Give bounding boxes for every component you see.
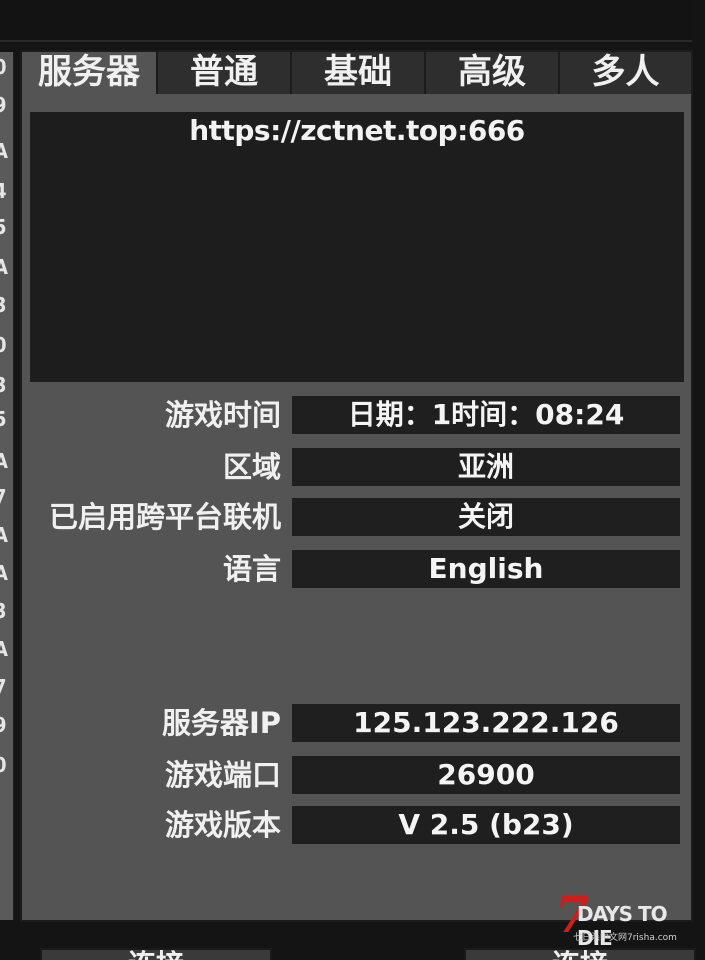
game-logo: 7 DAYS TO DIE 七日杀中文网7risha.com — [551, 885, 698, 950]
row-value: 关闭 — [292, 498, 680, 536]
tab-bar: 服务器 普通 基础 高级 多人 — [22, 52, 691, 94]
row-label: 游戏时间 — [164, 398, 281, 432]
row-game-port: 游戏端口 26900 — [22, 756, 691, 794]
server-description-box: https://zctnet.top:666 — [30, 112, 684, 382]
list-item: A — [0, 520, 13, 550]
row-value: English — [292, 550, 680, 588]
top-bar — [0, 0, 692, 42]
list-item: 5 — [0, 404, 13, 434]
server-list-sliver[interactable]: 0 9 A 4 5 A 3 0 3 5 A 7 A A 3 A 7 9 0 — [0, 52, 15, 920]
row-value: 日期：1时间：08:24 — [292, 396, 680, 434]
row-server-ip: 服务器IP 125.123.222.126 — [22, 704, 691, 742]
list-item: 7 — [0, 672, 13, 702]
row-label: 已启用跨平台联机 — [48, 500, 281, 534]
list-item: A — [0, 634, 13, 664]
list-item: 7 — [0, 482, 13, 512]
row-label: 游戏版本 — [164, 808, 281, 842]
row-crossplay: 已启用跨平台联机 关闭 — [22, 498, 691, 536]
row-label: 服务器IP — [161, 706, 281, 740]
list-item: 3 — [0, 596, 13, 626]
list-item: 0 — [0, 52, 13, 82]
row-value: 125.123.222.126 — [292, 704, 680, 742]
list-item: 9 — [0, 710, 13, 740]
list-item: 4 — [0, 176, 13, 206]
row-value: 26900 — [292, 756, 680, 794]
list-item: 0 — [0, 330, 13, 360]
game-screen: 0 9 A 4 5 A 3 0 3 5 A 7 A A 3 A 7 9 0 服务… — [0, 0, 705, 960]
tab-server[interactable]: 服务器 — [22, 52, 158, 94]
list-item: A — [0, 558, 13, 588]
row-game-version: 游戏版本 V 2.5 (b23) — [22, 806, 691, 844]
tab-general[interactable]: 普通 — [158, 52, 292, 94]
connect-button-right[interactable]: 连接 — [464, 948, 696, 960]
row-label: 区域 — [222, 450, 281, 484]
tab-multiplayer[interactable]: 多人 — [560, 52, 691, 94]
server-info-panel: 服务器 普通 基础 高级 多人 https://zctnet.top:666 游… — [20, 50, 693, 922]
row-value: V 2.5 (b23) — [292, 806, 680, 844]
connect-button-left[interactable]: 连接 — [40, 948, 272, 960]
list-item: 3 — [0, 290, 13, 320]
list-item: 3 — [0, 370, 13, 400]
row-label: 游戏端口 — [164, 758, 281, 792]
row-language: 语言 English — [22, 550, 691, 588]
list-item: A — [0, 446, 13, 476]
list-item: 0 — [0, 750, 13, 780]
tab-advanced[interactable]: 高级 — [426, 52, 560, 94]
list-item: 5 — [0, 212, 13, 242]
list-item: A — [0, 252, 13, 282]
row-value: 亚洲 — [292, 448, 680, 486]
row-game-time: 游戏时间 日期：1时间：08:24 — [22, 396, 691, 434]
row-label: 语言 — [222, 552, 281, 586]
logo-subtitle: 七日杀中文网7risha.com — [573, 933, 677, 943]
row-region: 区域 亚洲 — [22, 448, 691, 486]
tab-basic[interactable]: 基础 — [292, 52, 426, 94]
list-item: 9 — [0, 90, 13, 120]
server-description: https://zctnet.top:666 — [189, 114, 525, 147]
list-item: A — [0, 136, 13, 166]
